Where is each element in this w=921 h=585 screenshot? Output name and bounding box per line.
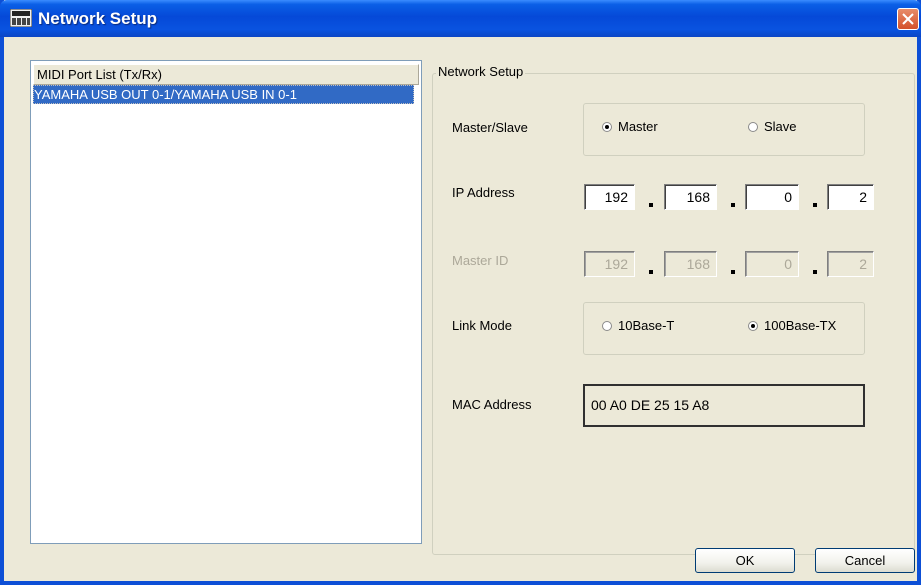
radio-unchecked-icon	[748, 121, 758, 132]
ok-button[interactable]: OK	[695, 548, 795, 573]
ip-separator-dot	[731, 203, 735, 207]
100base-tx-radio[interactable]: 100Base-TX	[748, 318, 836, 333]
master-id-octet-2-field: 168	[664, 251, 717, 277]
master-id-label: Master ID	[452, 253, 509, 268]
mac-address-value: 00 A0 DE 25 15 A8	[583, 384, 865, 427]
ip-octet-3-field[interactable]: 0	[745, 184, 799, 210]
app-icon	[9, 8, 33, 28]
dialog-window: Network Setup MIDI Port List (Tx/Rx) YAM…	[0, 0, 921, 585]
master-radio-label: Master	[618, 119, 658, 134]
network-setup-caption: Network Setup	[436, 64, 526, 79]
ip-octet-4-field[interactable]: 2	[827, 184, 874, 210]
midi-port-list-item[interactable]: YAMAHA USB OUT 0-1/YAMAHA USB IN 0-1	[33, 85, 414, 104]
title-bar[interactable]: Network Setup	[0, 0, 921, 37]
close-icon	[902, 13, 914, 25]
ok-button-label: OK	[735, 553, 755, 568]
slave-radio[interactable]: Slave	[748, 119, 797, 134]
10base-t-radio-label: 10Base-T	[618, 318, 675, 333]
ip-separator-dot	[813, 203, 817, 207]
ip-separator-dot	[649, 203, 653, 207]
radio-unchecked-icon	[602, 320, 612, 331]
ip-address-label: IP Address	[452, 185, 515, 200]
link-mode-label: Link Mode	[452, 318, 512, 333]
master-id-octet-4-field: 2	[827, 251, 874, 277]
ip-separator-dot	[731, 270, 735, 274]
master-id-octet-1-field: 192	[584, 251, 635, 277]
10base-t-radio[interactable]: 10Base-T	[602, 318, 674, 333]
ip-octet-1-field[interactable]: 192	[584, 184, 635, 210]
cancel-button-label: Cancel	[844, 553, 886, 568]
close-button[interactable]	[897, 8, 919, 30]
slave-radio-label: Slave	[764, 119, 797, 134]
mac-address-label: MAC Address	[452, 397, 532, 412]
ip-octet-2-field[interactable]: 168	[664, 184, 717, 210]
midi-port-list[interactable]: MIDI Port List (Tx/Rx) YAMAHA USB OUT 0-…	[30, 60, 422, 544]
master-radio[interactable]: Master	[602, 119, 658, 134]
ip-separator-dot	[649, 270, 653, 274]
radio-checked-icon	[602, 121, 612, 132]
master-id-octet-3-field: 0	[745, 251, 799, 277]
window-title: Network Setup	[38, 9, 158, 28]
master-slave-label: Master/Slave	[452, 120, 528, 135]
ip-separator-dot	[813, 270, 817, 274]
cancel-button[interactable]: Cancel	[815, 548, 915, 573]
100base-tx-radio-label: 100Base-TX	[764, 318, 837, 333]
midi-port-list-header[interactable]: MIDI Port List (Tx/Rx)	[33, 64, 419, 85]
radio-checked-icon	[748, 320, 758, 331]
